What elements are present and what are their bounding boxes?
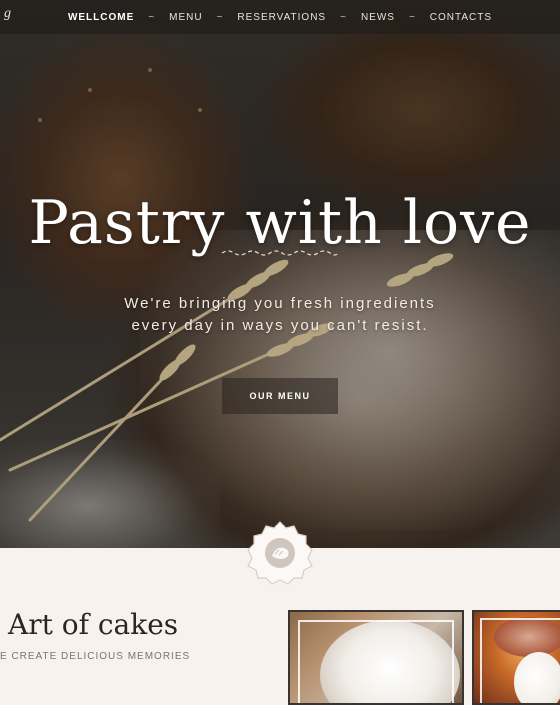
hero-subtitle-line-1: We're bringing you fresh ingredients <box>124 295 436 312</box>
nav-item-reservations[interactable]: RESERVATIONS <box>229 12 334 23</box>
nav-item-menu[interactable]: MENU <box>161 12 210 23</box>
hero-shade <box>0 0 560 548</box>
photo-frame <box>480 618 560 703</box>
top-navigation: g WELLCOME ~ MENU ~ RESERVATIONS ~ NEWS … <box>0 0 560 34</box>
hero-subtitle-line-2: every day in ways you can't resist. <box>131 317 429 334</box>
nav-separator: ~ <box>148 11 156 23</box>
nav-item-news[interactable]: NEWS <box>353 12 403 23</box>
hero-section <box>0 0 560 548</box>
hero-subtitle: We're bringing you fresh ingredients eve… <box>0 293 560 337</box>
nav-separator: ~ <box>408 11 416 23</box>
baking-ingredients-photo[interactable] <box>472 610 560 705</box>
bakery-logo-icon[interactable] <box>246 520 314 588</box>
nav-separator: ~ <box>340 11 347 23</box>
photo-frame <box>298 620 454 703</box>
nav-item-contacts[interactable]: CONTACTS <box>422 12 500 23</box>
our-menu-button[interactable]: OUR MENU <box>222 378 338 414</box>
ornamental-squiggle-icon <box>221 250 339 256</box>
section-subtitle: E CREATE DELICIOUS MEMORIES <box>0 651 191 662</box>
flour-bowl-photo[interactable] <box>288 610 464 705</box>
nav-separator: ~ <box>216 11 224 23</box>
nav-item-wellcome[interactable]: WELLCOME <box>60 12 142 23</box>
nav-items: WELLCOME ~ MENU ~ RESERVATIONS ~ NEWS ~ … <box>60 12 500 23</box>
section-title: Art of cakes <box>8 608 179 641</box>
logo-fragment[interactable]: g <box>4 6 12 22</box>
